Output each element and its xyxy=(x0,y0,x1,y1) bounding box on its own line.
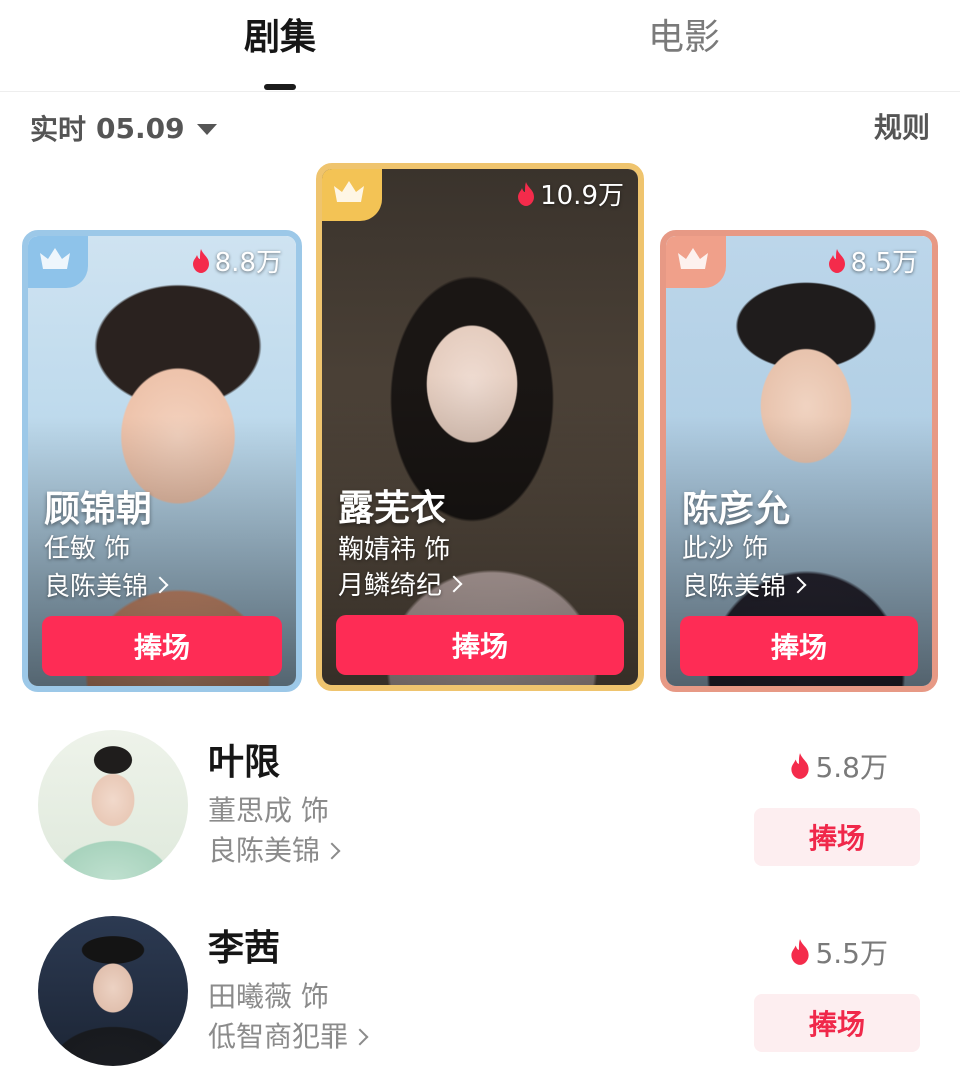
character-name: 李茜 xyxy=(208,928,281,969)
crown-badge xyxy=(666,236,726,288)
show-title: 良陈美锦 xyxy=(682,572,787,602)
heat-value: 5.5万 xyxy=(789,932,888,972)
tab-series[interactable]: 剧集 xyxy=(242,14,318,62)
show-link[interactable]: 低智商犯罪 xyxy=(208,1018,369,1056)
cheer-button[interactable]: 捧场 xyxy=(336,615,624,675)
top-tabs: 剧集 电影 xyxy=(0,0,960,92)
flame-icon xyxy=(791,753,810,779)
crown-icon xyxy=(678,248,708,269)
chevron-right-icon xyxy=(789,576,807,593)
rules-link[interactable]: 规则 xyxy=(874,108,930,148)
chevron-right-icon xyxy=(151,576,169,593)
show-title: 月鳞绮纪 xyxy=(338,571,443,601)
heat-text: 8.5万 xyxy=(850,248,918,278)
heat-text: 5.8万 xyxy=(815,751,888,784)
chevron-right-icon xyxy=(351,1028,369,1046)
chevron-right-icon xyxy=(445,575,463,592)
actor-credit: 鞠婧祎 饰 xyxy=(338,535,451,565)
actor-credit: 田曦薇 饰 xyxy=(208,980,329,1013)
avatar[interactable] xyxy=(38,916,188,1066)
list-item[interactable]: 李茜 田曦薇 饰 低智商犯罪 5.5万 捧场 xyxy=(0,914,960,1074)
flame-icon xyxy=(192,248,209,273)
cheer-button[interactable]: 捧场 xyxy=(754,994,920,1052)
heat-text: 8.8万 xyxy=(214,248,282,278)
show-title: 低智商犯罪 xyxy=(208,1020,349,1053)
podium-card-rank-1[interactable]: 10.9万 露芜衣 鞠婧祎 饰 月鳞绮纪 捧场 xyxy=(316,163,644,691)
caret-down-icon xyxy=(196,123,217,135)
character-name: 叶限 xyxy=(208,742,281,783)
cheer-button[interactable]: 捧场 xyxy=(754,808,920,866)
crown-badge xyxy=(322,169,382,221)
tab-movie[interactable]: 电影 xyxy=(646,14,722,62)
heat-value: 8.5万 xyxy=(827,242,918,279)
flame-icon xyxy=(828,248,845,273)
heat-value: 8.8万 xyxy=(191,242,282,279)
podium-card-rank-2[interactable]: 8.8万 顾锦朝 任敏 饰 良陈美锦 捧场 xyxy=(22,230,302,692)
crown-badge xyxy=(28,236,88,288)
filter-label: 实时 xyxy=(30,113,87,146)
character-name: 顾锦朝 xyxy=(44,489,153,530)
podium-card-rank-3[interactable]: 8.5万 陈彦允 此沙 饰 良陈美锦 捧场 xyxy=(660,230,938,692)
character-name: 陈彦允 xyxy=(682,489,791,530)
actor-credit: 此沙 饰 xyxy=(682,534,769,564)
date-filter[interactable]: 实时 05.09 xyxy=(30,108,217,148)
list-item[interactable]: 叶限 董思成 饰 良陈美锦 5.8万 捧场 xyxy=(0,728,960,888)
cheer-button[interactable]: 捧场 xyxy=(42,616,282,676)
show-link[interactable]: 良陈美锦 xyxy=(208,832,341,870)
show-title: 良陈美锦 xyxy=(208,834,321,867)
heat-text: 5.5万 xyxy=(815,937,888,970)
chevron-right-icon xyxy=(323,842,341,860)
show-title: 良陈美锦 xyxy=(44,572,149,602)
show-link[interactable]: 月鳞绮纪 xyxy=(338,565,463,602)
crown-icon xyxy=(334,181,364,202)
tab-indicator xyxy=(264,84,296,90)
actor-credit: 任敏 饰 xyxy=(44,534,131,564)
heat-text: 10.9万 xyxy=(540,181,624,211)
filter-date: 05.09 xyxy=(96,111,185,145)
character-name: 露芜衣 xyxy=(338,488,447,529)
avatar[interactable] xyxy=(38,730,188,880)
actor-credit: 董思成 饰 xyxy=(208,794,329,827)
cheer-button[interactable]: 捧场 xyxy=(680,616,918,676)
heat-value: 10.9万 xyxy=(516,175,624,212)
flame-icon xyxy=(791,939,810,965)
flame-icon xyxy=(518,181,535,206)
crown-icon xyxy=(40,248,70,269)
show-link[interactable]: 良陈美锦 xyxy=(44,566,169,603)
show-link[interactable]: 良陈美锦 xyxy=(682,566,807,603)
heat-value: 5.8万 xyxy=(789,746,888,786)
